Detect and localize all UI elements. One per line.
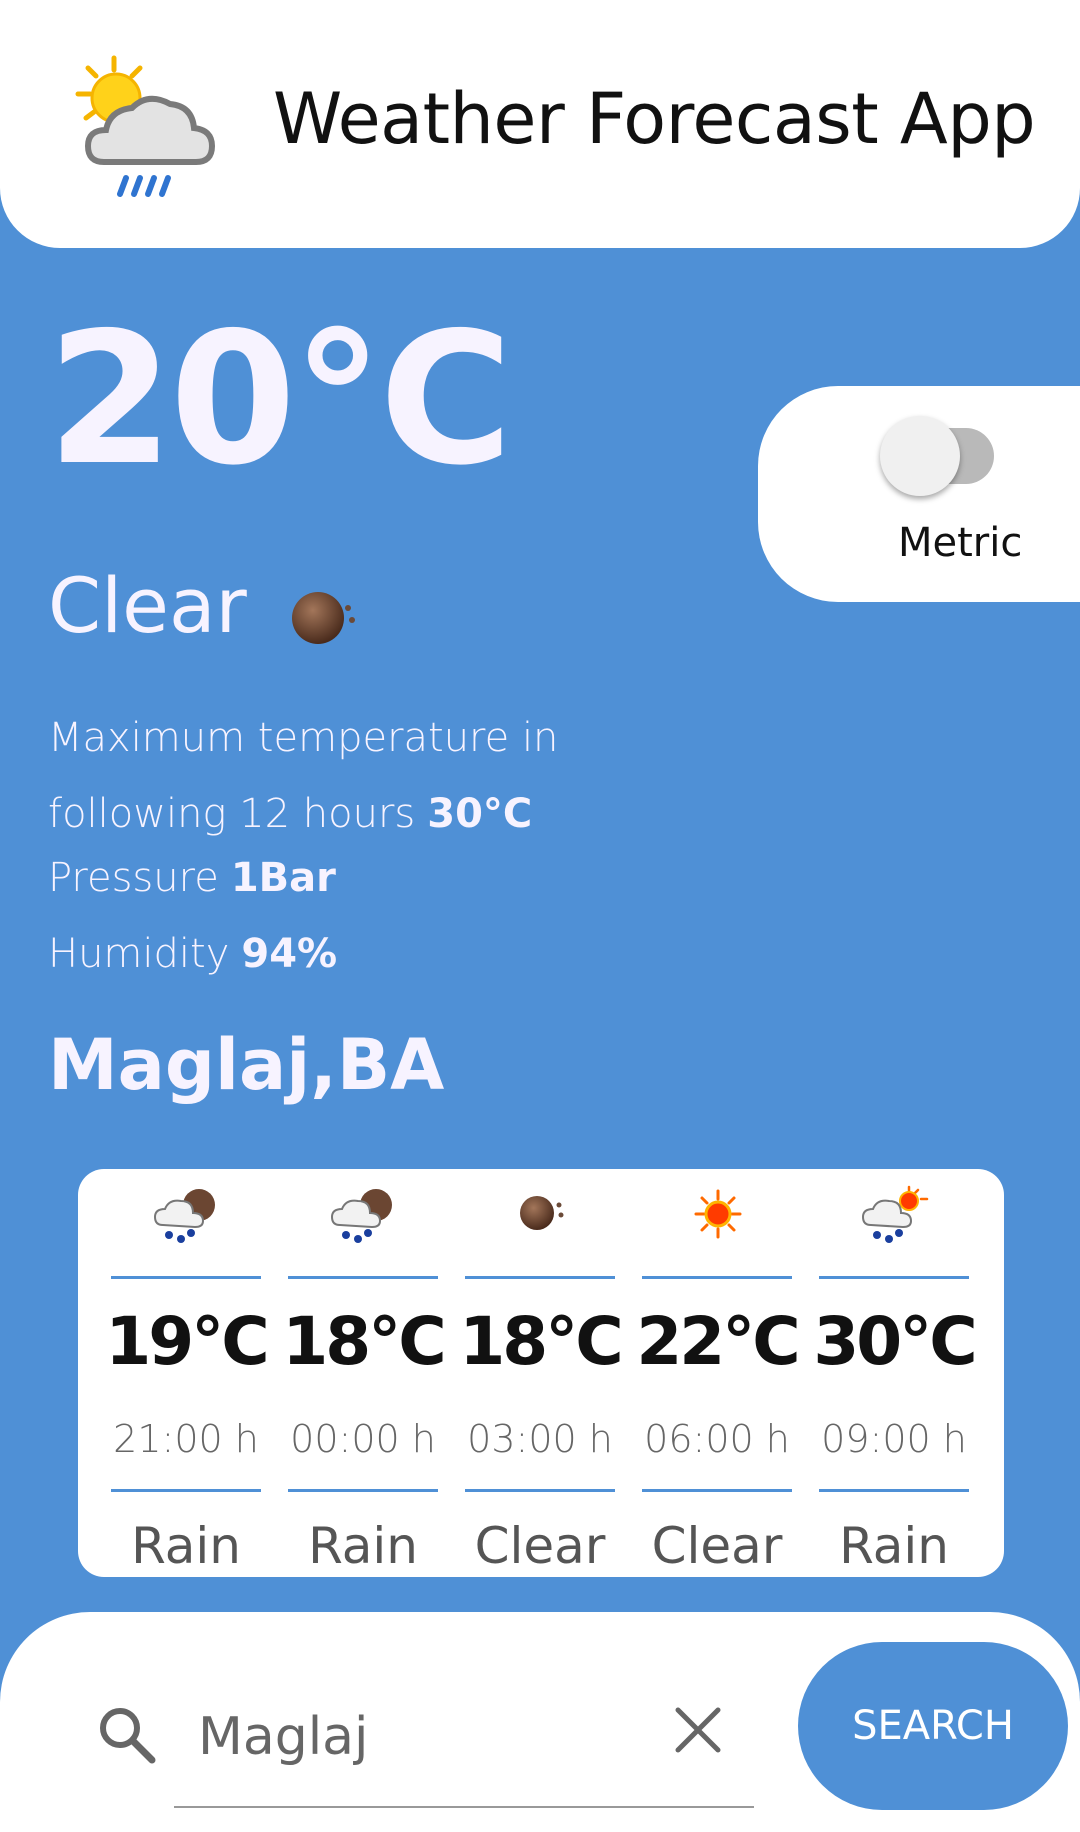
forecast-item: 22°C 06:00 h Clear (636, 1169, 801, 1577)
app-header: Weather Forecast App (0, 0, 1080, 248)
forecast-divider (642, 1276, 792, 1279)
forecast-divider (465, 1489, 615, 1492)
sun-cloud-rain-icon (75, 55, 216, 197)
units-label: Metric (898, 520, 1023, 566)
weather-details: Maximum temperature in following 12 hour… (48, 712, 558, 1004)
forecast-temperature: 30°C (813, 1303, 977, 1380)
pressure-label: Pressure (48, 855, 219, 901)
forecast-divider (642, 1489, 792, 1492)
search-underline (174, 1806, 754, 1808)
forecast-divider (111, 1489, 261, 1492)
rain-night-icon (153, 1189, 215, 1243)
forecast-description: Rain (131, 1517, 241, 1575)
clear-night-moon-icon (520, 1196, 564, 1230)
close-icon[interactable] (672, 1704, 724, 1756)
forecast-item: 18°C 00:00 h Rain (282, 1169, 447, 1577)
max-temperature-label-2: following 12 hours (48, 791, 416, 837)
forecast-card: 19°C 21:00 h Rain 18°C 00:00 h Rain 18°C… (78, 1169, 1004, 1577)
current-temperature: 20°C (47, 293, 513, 505)
forecast-item: 19°C 21:00 h Rain (105, 1169, 270, 1577)
search-input[interactable] (198, 1702, 618, 1772)
forecast-time: 06:00 h (644, 1417, 790, 1461)
location-name: Maglaj,BA (48, 1024, 445, 1106)
search-icon (100, 1708, 156, 1764)
forecast-divider (465, 1276, 615, 1279)
pressure-value: 1Bar (230, 855, 336, 901)
forecast-item: 30°C 09:00 h Rain (813, 1169, 978, 1577)
humidity-label: Humidity (48, 931, 230, 977)
search-bar: SEARCH (0, 1612, 1080, 1832)
rain-night-icon (330, 1189, 392, 1243)
forecast-time: 09:00 h (821, 1417, 967, 1461)
forecast-divider (819, 1489, 969, 1492)
forecast-divider (288, 1276, 438, 1279)
max-temperature-row: Maximum temperature in following 12 hour… (48, 700, 558, 852)
forecast-description: Clear (651, 1517, 783, 1575)
pressure-row: Pressure 1Bar (48, 852, 558, 928)
forecast-item: 18°C 03:00 h Clear (459, 1169, 624, 1577)
forecast-description: Rain (839, 1517, 949, 1575)
forecast-divider (288, 1489, 438, 1492)
forecast-time: 21:00 h (113, 1417, 259, 1461)
units-card: Metric (758, 386, 1080, 602)
forecast-divider (111, 1276, 261, 1279)
forecast-temperature: 22°C (636, 1303, 800, 1380)
max-temperature-value: 30°C (427, 791, 533, 837)
forecast-temperature: 18°C (459, 1303, 623, 1380)
sun-icon (694, 1189, 742, 1239)
forecast-description: Rain (308, 1517, 418, 1575)
forecast-description: Clear (474, 1517, 606, 1575)
app-title: Weather Forecast App (273, 78, 1036, 160)
humidity-row: Humidity 94% (48, 928, 558, 1004)
forecast-temperature: 19°C (105, 1303, 269, 1380)
clear-night-moon-icon (292, 592, 355, 644)
forecast-divider (819, 1276, 969, 1279)
forecast-time: 03:00 h (467, 1417, 613, 1461)
current-condition: Clear (48, 561, 247, 650)
forecast-temperature: 18°C (282, 1303, 446, 1380)
rain-sun-icon (861, 1185, 929, 1243)
units-toggle-knob[interactable] (880, 416, 960, 496)
search-button[interactable]: SEARCH (798, 1642, 1068, 1810)
forecast-time: 00:00 h (290, 1417, 436, 1461)
max-temperature-label: Maximum temperature in (48, 715, 559, 761)
humidity-value: 94% (241, 931, 338, 977)
